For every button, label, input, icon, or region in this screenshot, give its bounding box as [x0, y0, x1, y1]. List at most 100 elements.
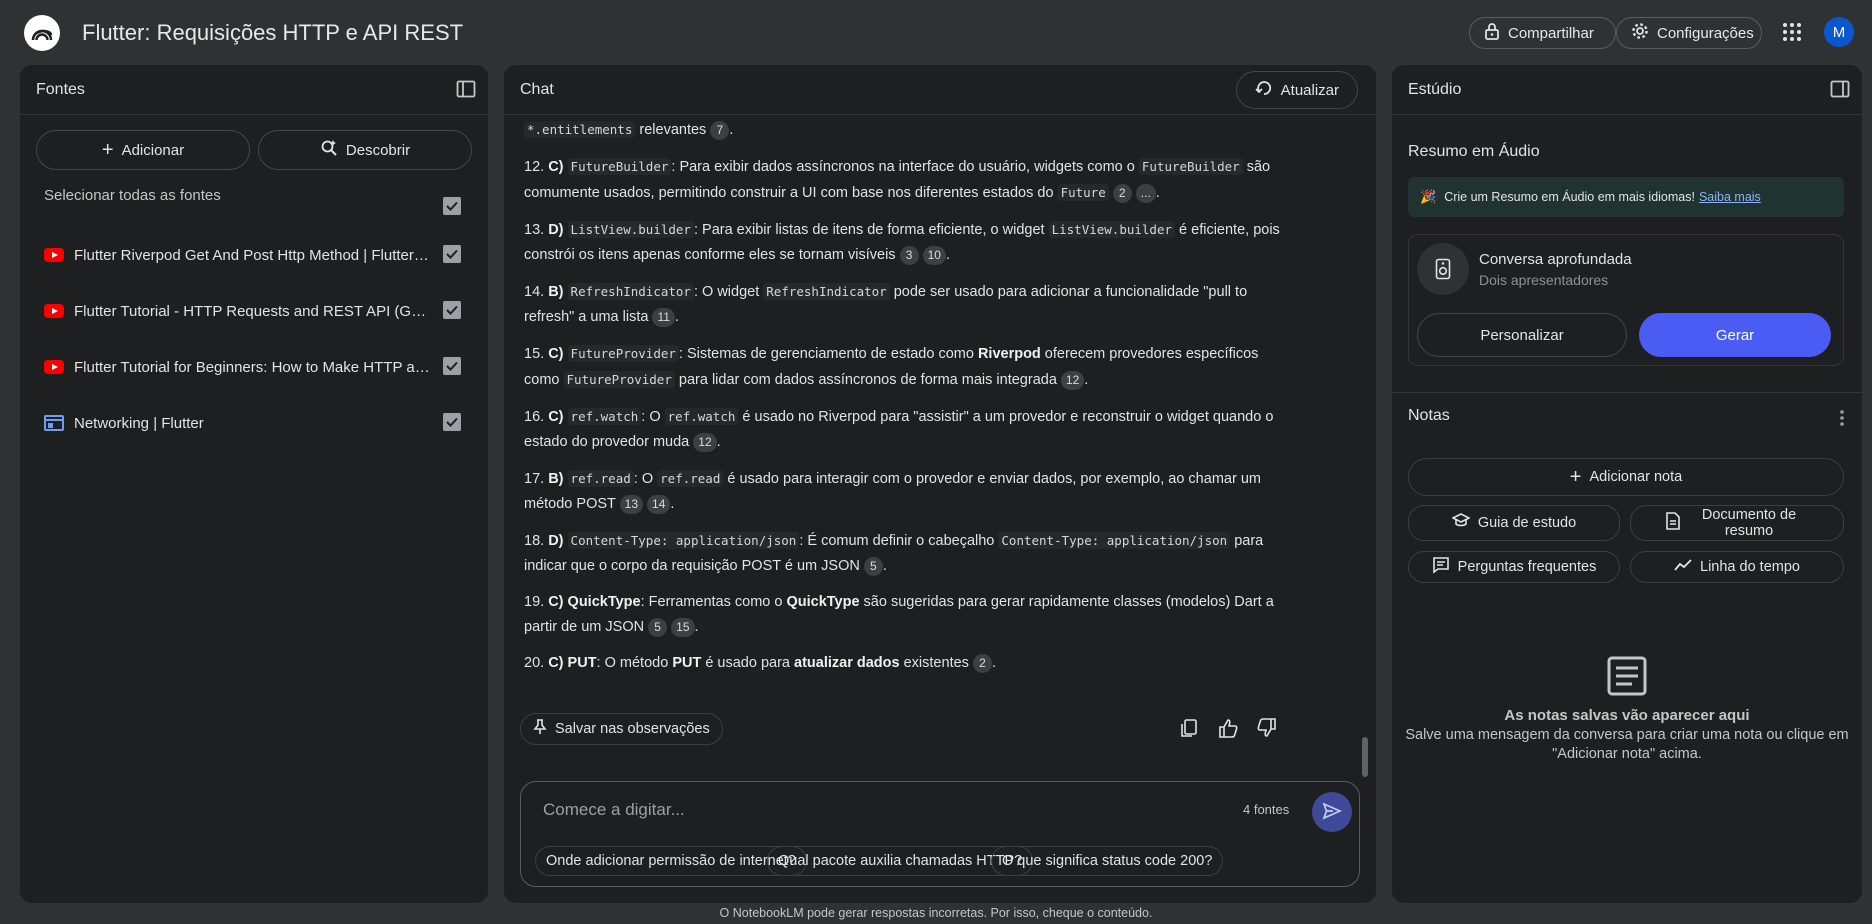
refresh-button[interactable]: Atualizar — [1235, 71, 1358, 109]
discover-label: Descobrir — [345, 141, 411, 159]
top-bar: Flutter: Requisições HTTP e API REST Com… — [0, 0, 1872, 64]
timeline-button[interactable]: Linha do tempo — [1630, 551, 1844, 583]
avatar[interactable]: M — [1824, 17, 1854, 47]
collapse-panel-icon[interactable] — [1830, 79, 1852, 101]
divider — [1392, 392, 1862, 393]
citation-badge[interactable]: 7 — [710, 120, 730, 140]
citation-badge[interactable]: 14 — [647, 494, 671, 514]
chat-scrollbar[interactable] — [1362, 737, 1368, 777]
inline-code: RefreshIndicator — [763, 283, 890, 300]
add-note-label: Adicionar nota — [1589, 469, 1683, 485]
generate-button[interactable]: Gerar — [1639, 313, 1831, 357]
chat-message: *.entitlements relevantes 7. 12. C) Futu… — [524, 117, 1284, 687]
select-all-label: Selecionar todas as fontes — [44, 187, 221, 204]
answer-text: : Sistemas de gerenciamento de estado co… — [678, 346, 978, 362]
more-vert-icon[interactable] — [1836, 407, 1848, 429]
faq-chat-icon — [1432, 556, 1450, 578]
answer-bold: QuickType — [567, 594, 641, 610]
citation-badge[interactable]: 5 — [648, 617, 668, 637]
answer-letter: C) — [548, 409, 564, 425]
inline-code: FutureProvider — [563, 371, 675, 388]
answer-item: 20. C) PUT: O método PUT é usado para at… — [524, 653, 996, 673]
save-to-notes-button[interactable]: Salvar nas observações — [520, 713, 723, 745]
source-checkbox[interactable] — [443, 357, 461, 375]
source-label: Networking | Flutter — [74, 414, 204, 432]
apps-grid-icon[interactable] — [1782, 22, 1802, 42]
settings-label: Configurações — [1657, 24, 1754, 42]
study-guide-button[interactable]: Guia de estudo — [1408, 505, 1620, 541]
thumbs-up-icon[interactable] — [1217, 717, 1241, 741]
briefing-doc-label: Documento de resumo — [1701, 507, 1797, 539]
share-button[interactable]: Compartilhar — [1469, 17, 1616, 49]
thumbs-down-icon[interactable] — [1256, 717, 1280, 741]
inline-code: Future — [1057, 184, 1109, 201]
citation-badge[interactable]: ... — [1135, 183, 1156, 203]
citation-badge[interactable]: 3 — [899, 245, 919, 265]
source-item[interactable]: Flutter Tutorial - HTTP Requests and RES… — [44, 299, 440, 323]
source-checkbox[interactable] — [443, 245, 461, 263]
lock-icon — [1484, 22, 1500, 44]
notebooklm-logo-icon[interactable] — [24, 15, 60, 51]
citation-badge[interactable]: 12 — [1060, 370, 1085, 390]
discover-button[interactable]: Descobrir — [258, 130, 472, 170]
source-checkbox[interactable] — [443, 301, 461, 319]
save-to-notes-label: Salvar nas observações — [555, 721, 710, 737]
citation-badge[interactable]: 15 — [671, 617, 695, 637]
audio-overview-title: Resumo em Áudio — [1408, 143, 1540, 160]
citation-badge[interactable]: 10 — [922, 245, 946, 265]
citation-badge[interactable]: 5 — [863, 556, 883, 576]
collapse-panel-icon[interactable] — [456, 79, 478, 101]
answer-number: 17. — [524, 471, 545, 487]
answer-letter: D) — [548, 533, 564, 549]
plus-icon: + — [101, 139, 114, 161]
inline-code: ref.watch — [664, 408, 739, 425]
deep-dive-title: Conversa aprofundada — [1479, 251, 1632, 268]
answer-text: relevantes — [635, 122, 707, 138]
citation-badge[interactable]: 11 — [652, 307, 675, 327]
answer-text: para lidar com dados assíncronos de form… — [674, 372, 1057, 388]
discover-search-icon — [320, 139, 338, 161]
citation-badge[interactable]: 12 — [693, 432, 717, 452]
faq-button[interactable]: Perguntas frequentes — [1408, 551, 1620, 583]
inline-code: ref.read — [657, 470, 724, 487]
answer-text: : O — [633, 471, 658, 487]
customize-button[interactable]: Personalizar — [1417, 313, 1627, 357]
sources-header: Fontes — [20, 65, 488, 115]
source-actions: + Adicionar Descobrir — [36, 130, 472, 170]
inline-code: ref.read — [567, 470, 634, 487]
source-checkbox[interactable] — [443, 413, 461, 431]
source-item[interactable]: Networking | Flutter — [44, 411, 440, 435]
answer-item: 13. D) ListView.builder: Para exibir lis… — [524, 221, 1280, 265]
source-item[interactable]: Flutter Tutorial for Beginners: How to M… — [44, 355, 440, 379]
faq-label: Perguntas frequentes — [1457, 559, 1597, 575]
copy-icon[interactable] — [1178, 717, 1202, 741]
select-all-checkbox[interactable] — [443, 197, 461, 215]
notebook-title[interactable]: Flutter: Requisições HTTP e API REST — [82, 20, 463, 46]
answer-item: 16. C) ref.watch: O ref.watch é usado no… — [524, 408, 1274, 452]
deep-dive-subtitle: Dois apresentadores — [1479, 272, 1609, 288]
citation-badge[interactable]: 13 — [619, 494, 643, 514]
chat-input[interactable] — [543, 798, 1183, 822]
answer-item: 14. B) RefreshIndicator: O widget Refres… — [524, 283, 1248, 327]
answer-text: : O — [641, 409, 665, 425]
inline-code: ListView.builder — [1048, 221, 1176, 238]
suggestion-chip[interactable]: O que significa status code 200? — [991, 846, 1224, 876]
briefing-doc-button[interactable]: Documento de resumo — [1630, 505, 1844, 541]
answer-text: é usado para — [701, 655, 795, 671]
banner-text: Crie um Resumo em Áudio em mais idiomas! — [1444, 190, 1695, 204]
add-note-button[interactable]: + Adicionar nota — [1408, 458, 1844, 496]
learn-more-link[interactable]: Saiba mais — [1699, 190, 1761, 204]
settings-button[interactable]: Configurações — [1616, 17, 1762, 49]
answer-text: : Ferramentas como o — [640, 594, 787, 610]
add-source-button[interactable]: + Adicionar — [36, 130, 250, 170]
answer-number: 15. — [524, 346, 545, 362]
inline-code: ListView.builder — [567, 221, 694, 238]
note-document-icon — [1606, 655, 1648, 697]
citation-badge[interactable]: 2 — [1112, 183, 1132, 203]
citation-badge[interactable]: 2 — [972, 653, 992, 673]
source-item[interactable]: Flutter Riverpod Get And Post Http Metho… — [44, 243, 440, 267]
answer-bold: QuickType — [786, 594, 860, 610]
audio-language-banner: 🎉 Crie um Resumo em Áudio em mais idioma… — [1408, 177, 1844, 217]
answer-bold: atualizar dados — [794, 655, 900, 671]
send-button[interactable] — [1312, 792, 1352, 832]
